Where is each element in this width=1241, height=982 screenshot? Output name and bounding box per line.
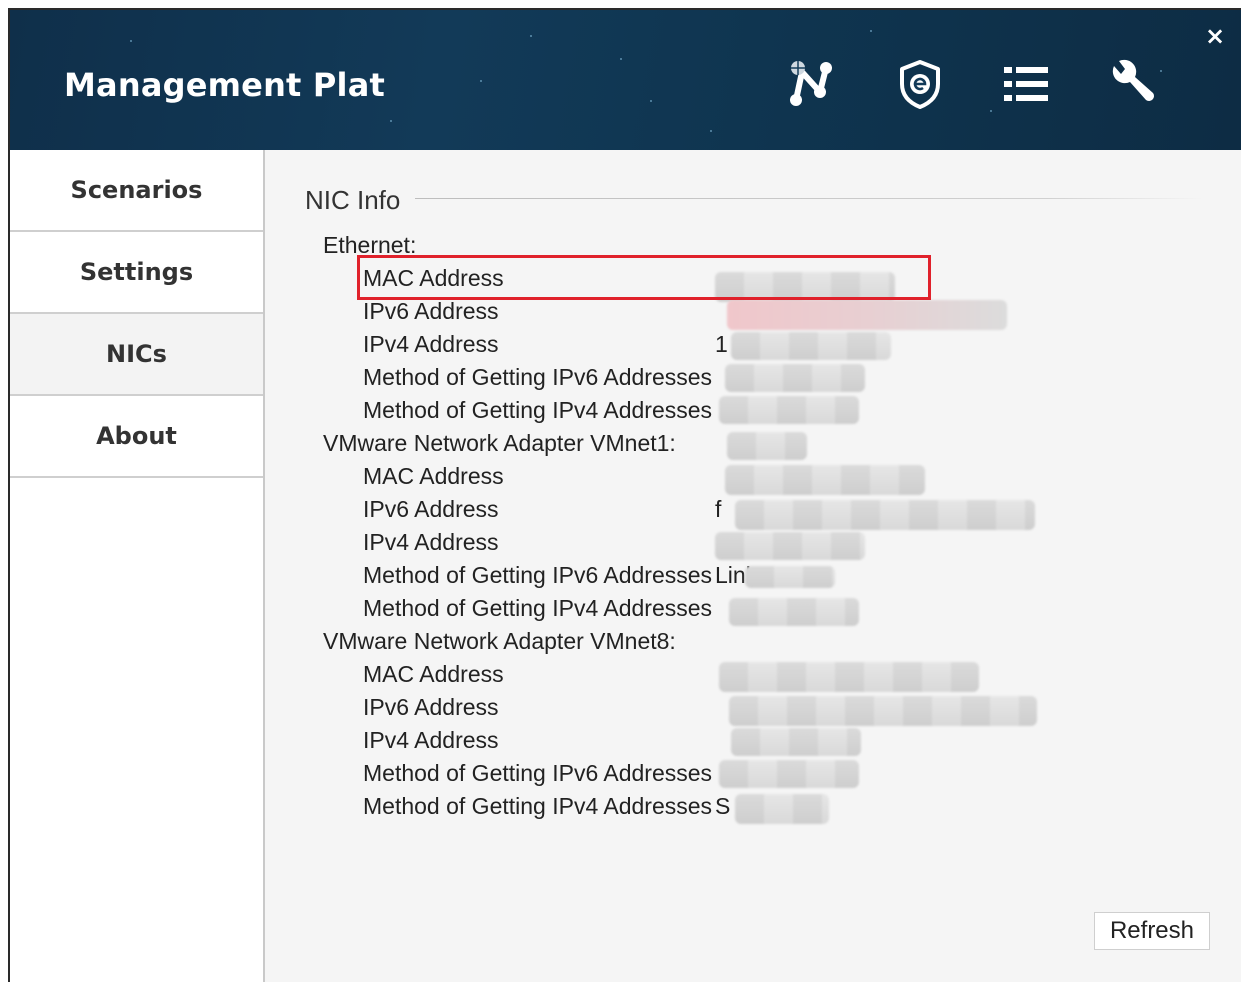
redaction-mask (735, 794, 829, 824)
redaction-mask (729, 696, 1037, 726)
app-window: Management Plat × Scenarios Settings NIC… (8, 8, 1241, 982)
field-label: IPv4 Address (363, 331, 499, 357)
network-topology-icon[interactable] (782, 56, 838, 112)
field-label: Method of Getting IPv6 Addresses (363, 364, 713, 390)
header-bar: Management Plat × (10, 10, 1241, 150)
field-label: MAC Address (363, 265, 504, 291)
redaction-mask (729, 598, 859, 626)
section-divider (415, 198, 1203, 199)
sidebar-item-scenarios[interactable]: Scenarios (10, 150, 263, 232)
refresh-button[interactable]: Refresh (1094, 912, 1210, 950)
adapter-name: Ethernet: (323, 232, 417, 258)
redaction-mask (731, 332, 891, 360)
main-content: NIC Info Ethernet: MAC Address IPv6 Addr… (267, 150, 1241, 982)
field-label: Method of Getting IPv4 Addresses (363, 595, 713, 621)
adapter-name: VMware Network Adapter VMnet8: (323, 628, 676, 654)
redaction-mask (735, 500, 1035, 530)
app-title: Management Plat (64, 66, 385, 104)
field-label: IPv6 Address (363, 496, 499, 522)
redaction-mask (725, 465, 925, 495)
sidebar-item-label: About (96, 422, 177, 450)
field-label: Method of Getting IPv6 Addresses (363, 760, 713, 786)
close-button[interactable]: × (1203, 24, 1227, 48)
redaction-mask (725, 364, 865, 392)
redaction-mask (719, 760, 859, 788)
field-label: Method of Getting IPv4 Addresses (363, 793, 713, 819)
wrench-icon[interactable] (1104, 56, 1160, 112)
field-label: IPv4 Address (363, 727, 499, 753)
redaction-mask (715, 532, 865, 560)
field-label: IPv4 Address (363, 529, 499, 555)
redaction-mask (727, 432, 807, 460)
redaction-mask (715, 272, 895, 302)
redaction-mask (719, 396, 859, 424)
field-label: MAC Address (363, 463, 504, 489)
field-value: 1 (715, 331, 728, 357)
list-icon[interactable] (998, 56, 1054, 112)
field-label: Method of Getting IPv4 Addresses (363, 397, 713, 423)
sidebar-item-label: Settings (79, 258, 194, 286)
sidebar-item-label: Scenarios (70, 176, 203, 204)
redaction-mask (731, 728, 861, 756)
sidebar: Scenarios Settings NICs About (10, 150, 265, 982)
sidebar-item-about[interactable]: About (10, 396, 263, 478)
sidebar-item-nics[interactable]: NICs (10, 314, 263, 396)
redaction-mask (745, 566, 835, 588)
field-value: S (715, 793, 731, 819)
redaction-mask (719, 662, 979, 692)
sidebar-item-settings[interactable]: Settings (10, 232, 263, 314)
field-label: MAC Address (363, 661, 504, 687)
field-label: IPv6 Address (363, 298, 499, 324)
field-label: IPv6 Address (363, 694, 499, 720)
adapter-name: VMware Network Adapter VMnet1: (323, 430, 676, 456)
redaction-mask (727, 300, 1007, 330)
field-value: f (715, 496, 722, 522)
sidebar-item-label: NICs (106, 340, 167, 368)
shield-e-icon[interactable] (892, 56, 948, 112)
section-title: NIC Info (305, 185, 401, 215)
field-label: Method of Getting IPv6 Addresses (363, 562, 713, 588)
